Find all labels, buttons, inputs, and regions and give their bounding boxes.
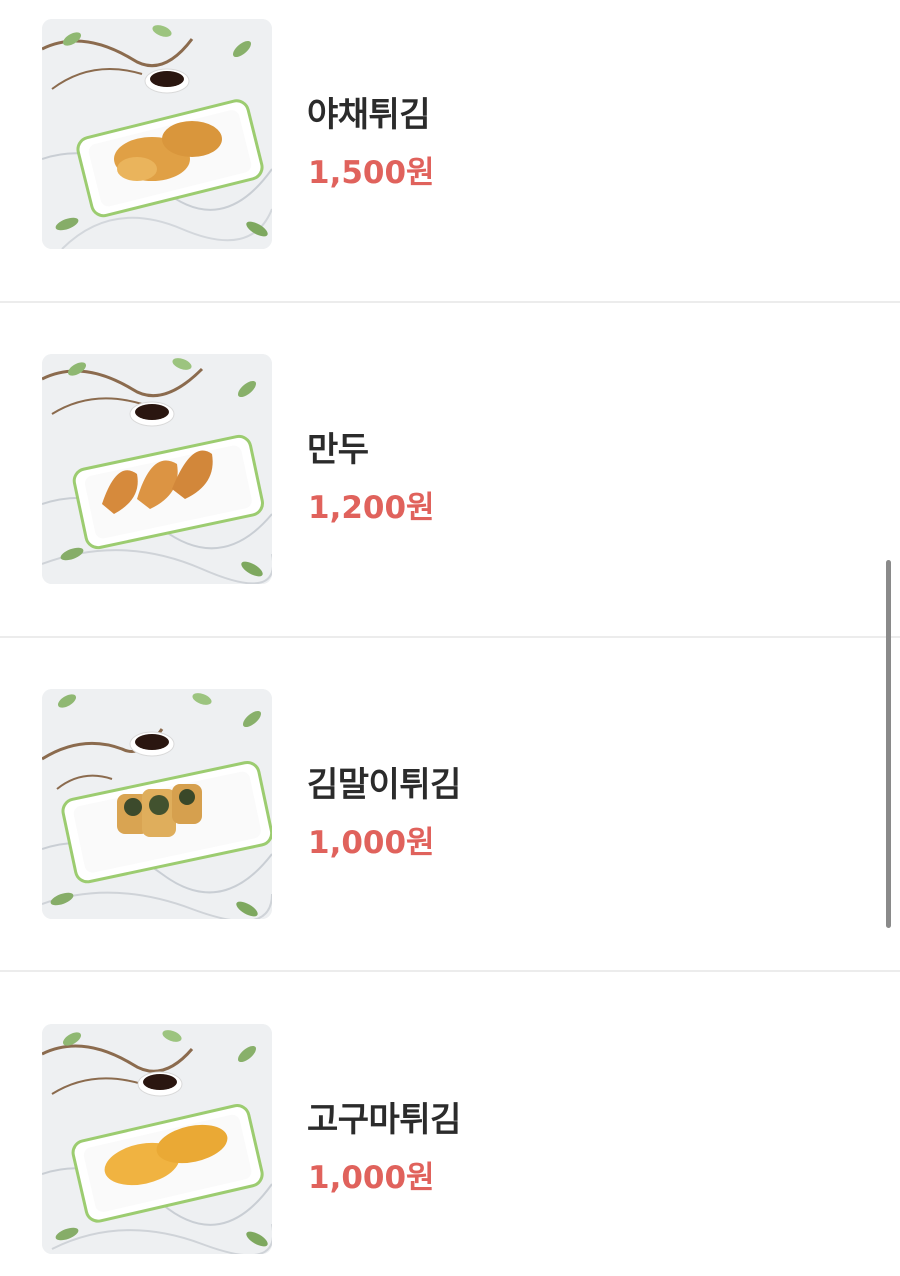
item-divider (0, 970, 900, 972)
menu-item-name: 야채튀김 (307, 95, 431, 135)
item-divider (0, 636, 900, 638)
menu-item-photo[interactable] (42, 354, 272, 584)
item-divider (0, 301, 900, 303)
menu-item-price: 1,200원 (308, 490, 435, 526)
menu-item-name: 만두 (307, 430, 369, 470)
menu-item-price: 1,500원 (308, 155, 435, 191)
menu-item[interactable]: 김말이튀김 1,000원 (0, 655, 900, 989)
menu-page: 야채튀김 1,500원 만두 1,200원 김말이튀김 1,000원 고구마튀김… (0, 0, 900, 1276)
vertical-scrollbar[interactable] (886, 560, 891, 928)
menu-item[interactable]: 만두 1,200원 (0, 320, 900, 654)
menu-item-photo[interactable] (42, 1024, 272, 1254)
menu-item-photo[interactable] (42, 19, 272, 249)
menu-item-name: 고구마튀김 (307, 1100, 461, 1140)
menu-item[interactable]: 야채튀김 1,500원 (0, 0, 900, 319)
menu-item-price: 1,000원 (308, 825, 435, 861)
menu-item-price: 1,000원 (308, 1160, 435, 1196)
menu-item[interactable]: 고구마튀김 1,000원 (0, 990, 900, 1276)
menu-item-photo[interactable] (42, 689, 272, 919)
menu-item-name: 김말이튀김 (307, 765, 461, 805)
